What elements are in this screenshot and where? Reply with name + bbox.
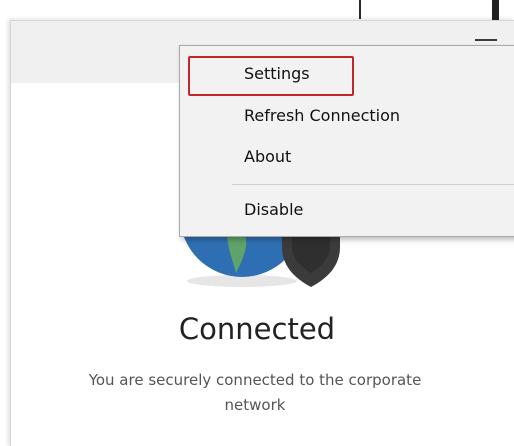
options-dropdown-menu: Settings Refresh Connection About Disabl…	[179, 45, 514, 237]
connection-status-title: Connected	[178, 312, 336, 346]
background-window-edge	[492, 0, 499, 22]
background-window-edge	[359, 0, 361, 19]
menu-item-settings[interactable]: Settings	[244, 64, 310, 83]
menu-item-about[interactable]: About	[244, 147, 291, 166]
menu-item-refresh-connection[interactable]: Refresh Connection	[244, 106, 400, 125]
screenshot-canvas: Connected You are securely connected to …	[0, 0, 514, 446]
connection-status-description: You are securely connected to the corpor…	[88, 371, 422, 414]
menu-item-disable[interactable]: Disable	[244, 200, 303, 219]
menu-separator	[232, 184, 514, 185]
